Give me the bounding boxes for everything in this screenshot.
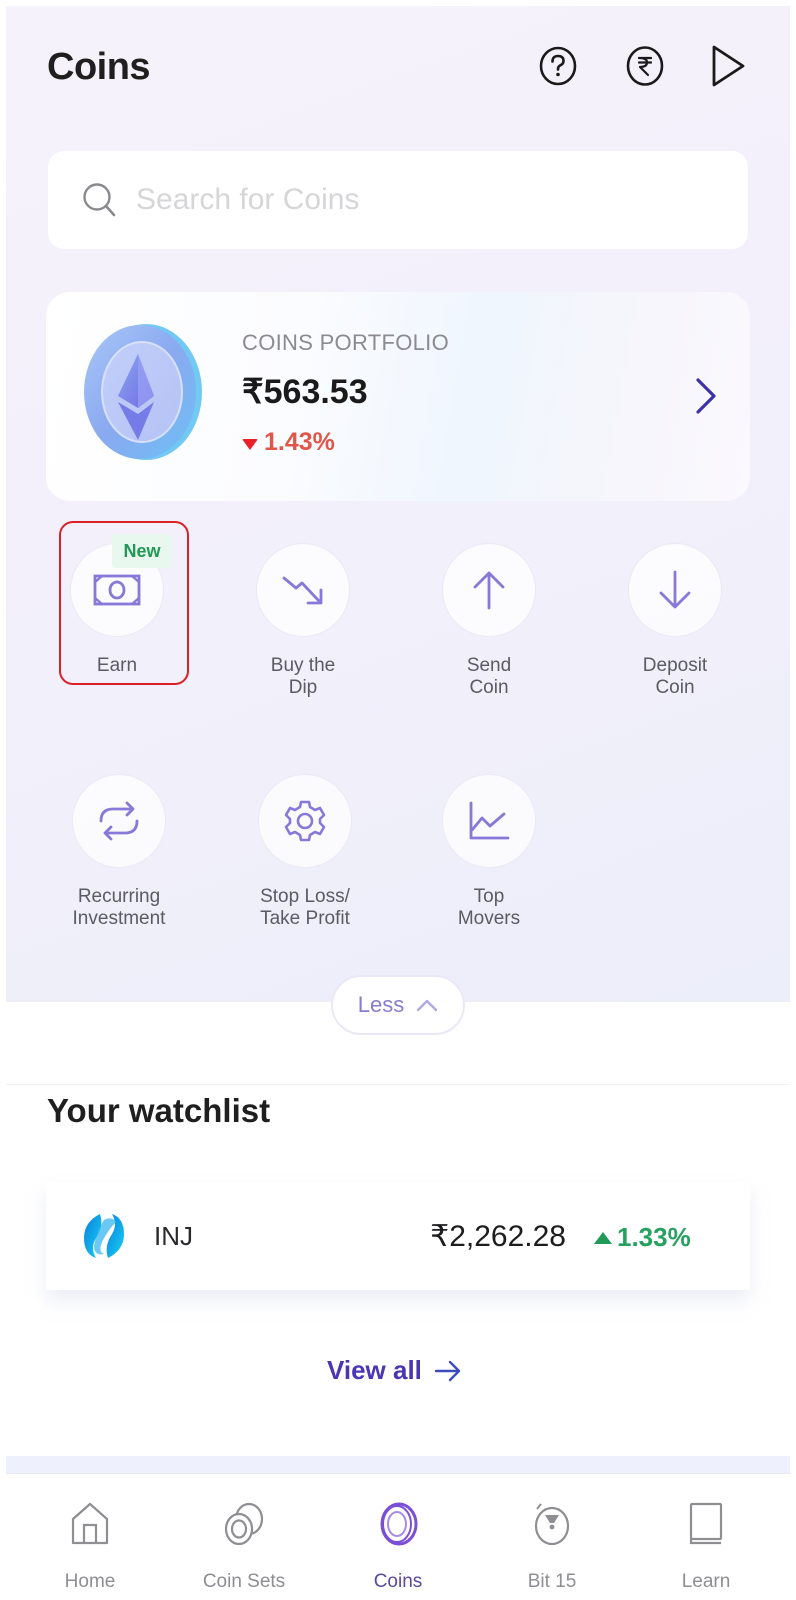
- coin-sets-icon: [224, 1502, 264, 1546]
- nav-home[interactable]: Home: [12, 1475, 168, 1600]
- action-recurring-investment-circle[interactable]: [72, 774, 166, 868]
- section-divider: [6, 1084, 790, 1085]
- action-stop-loss-take-profit-circle[interactable]: [258, 774, 352, 868]
- portfolio-change-value: 1.43%: [264, 428, 335, 456]
- nav-learn-label: Learn: [681, 1571, 731, 1592]
- arrow-down-icon: [659, 570, 691, 609]
- chevron-up-icon: [417, 999, 438, 1012]
- repeat-icon: [99, 801, 139, 841]
- arrow-right-icon: [434, 1360, 461, 1381]
- home-icon: [71, 1502, 109, 1545]
- help-icon[interactable]: [536, 44, 580, 88]
- arrow-up-icon: [473, 571, 505, 610]
- action-top-movers[interactable]: Top Movers: [399, 774, 579, 930]
- action-recurring-investment[interactable]: Recurring Investment: [29, 774, 209, 930]
- action-send-coin-circle[interactable]: [442, 543, 536, 637]
- new-badge: New: [112, 534, 172, 568]
- watchlist-row[interactable]: INJ ₹2,262.28 1.33%: [46, 1182, 750, 1290]
- portfolio-card[interactable]: COINS PORTFOLIO ₹563.53 1.43%: [46, 292, 750, 501]
- search-icon: [80, 180, 120, 220]
- search-input[interactable]: [136, 183, 696, 217]
- watchlist-price: ₹2,262.28: [430, 1220, 566, 1253]
- action-buy-the-dip-circle[interactable]: [256, 543, 350, 637]
- book-icon: [689, 1502, 723, 1545]
- action-send-coin[interactable]: Send Coin: [399, 543, 579, 699]
- watchlist-change-value: 1.33%: [617, 1222, 691, 1252]
- view-all-label: View all: [327, 1355, 422, 1385]
- portfolio-label: COINS PORTFOLIO: [242, 330, 450, 355]
- portfolio-change: 1.43%: [242, 428, 335, 457]
- bottom-strip: [6, 1456, 790, 1474]
- inj-logo-icon: [84, 1214, 124, 1258]
- search-bar[interactable]: [48, 151, 748, 249]
- action-buy-the-dip-label: Buy the Dip: [270, 655, 336, 698]
- money-icon: [93, 574, 141, 606]
- action-stop-loss-take-profit-label: Stop Loss/ Take Profit: [260, 886, 350, 929]
- nav-coin-sets-label: Coin Sets: [202, 1571, 286, 1592]
- coins-icon: [380, 1502, 418, 1546]
- nav-bit-15-label: Bit 15: [527, 1571, 577, 1592]
- action-top-movers-circle[interactable]: [442, 774, 536, 868]
- watchlist-change: 1.33%: [594, 1222, 691, 1253]
- less-button[interactable]: Less: [331, 975, 465, 1035]
- gear-icon: [284, 800, 326, 842]
- down-triangle-icon: [242, 439, 258, 450]
- line-chart-icon: [469, 801, 510, 840]
- action-deposit-coin[interactable]: Deposit Coin: [585, 543, 765, 699]
- view-all-link[interactable]: View all: [327, 1355, 462, 1386]
- less-button-label: Less: [357, 992, 405, 1017]
- nav-home-label: Home: [64, 1571, 116, 1592]
- bottom-nav: Home Coin Sets Coins Bit 15 Learn: [6, 1475, 790, 1600]
- chevron-right-icon[interactable]: [690, 374, 720, 418]
- nav-bit-15[interactable]: Bit 15: [474, 1475, 630, 1600]
- action-recurring-investment-label: Recurring Investment: [72, 886, 166, 929]
- nav-coins-label: Coins: [373, 1571, 423, 1592]
- portfolio-value: ₹563.53: [242, 373, 368, 411]
- nav-coin-sets[interactable]: Coin Sets: [166, 1475, 322, 1600]
- action-deposit-coin-circle[interactable]: [628, 543, 722, 637]
- nav-learn[interactable]: Learn: [628, 1475, 784, 1600]
- watchlist-title: Your watchlist: [47, 1092, 271, 1129]
- action-stop-loss-take-profit[interactable]: Stop Loss/ Take Profit: [215, 774, 395, 930]
- action-top-movers-label: Top Movers: [457, 886, 521, 929]
- page-title: Coins: [47, 46, 151, 88]
- rupee-icon[interactable]: [623, 44, 667, 88]
- action-earn-label: Earn: [96, 655, 138, 676]
- play-icon[interactable]: [706, 44, 750, 88]
- action-send-coin-label: Send Coin: [466, 655, 512, 698]
- bit15-icon: [534, 1503, 570, 1546]
- up-triangle-icon: [594, 1231, 612, 1244]
- watchlist-symbol: INJ: [154, 1221, 193, 1251]
- action-buy-the-dip[interactable]: Buy the Dip: [213, 543, 393, 699]
- trend-down-icon: [282, 576, 323, 605]
- action-deposit-coin-label: Deposit Coin: [642, 655, 708, 698]
- ethereum-coin-icon: [84, 324, 202, 460]
- nav-coins[interactable]: Coins: [320, 1475, 476, 1600]
